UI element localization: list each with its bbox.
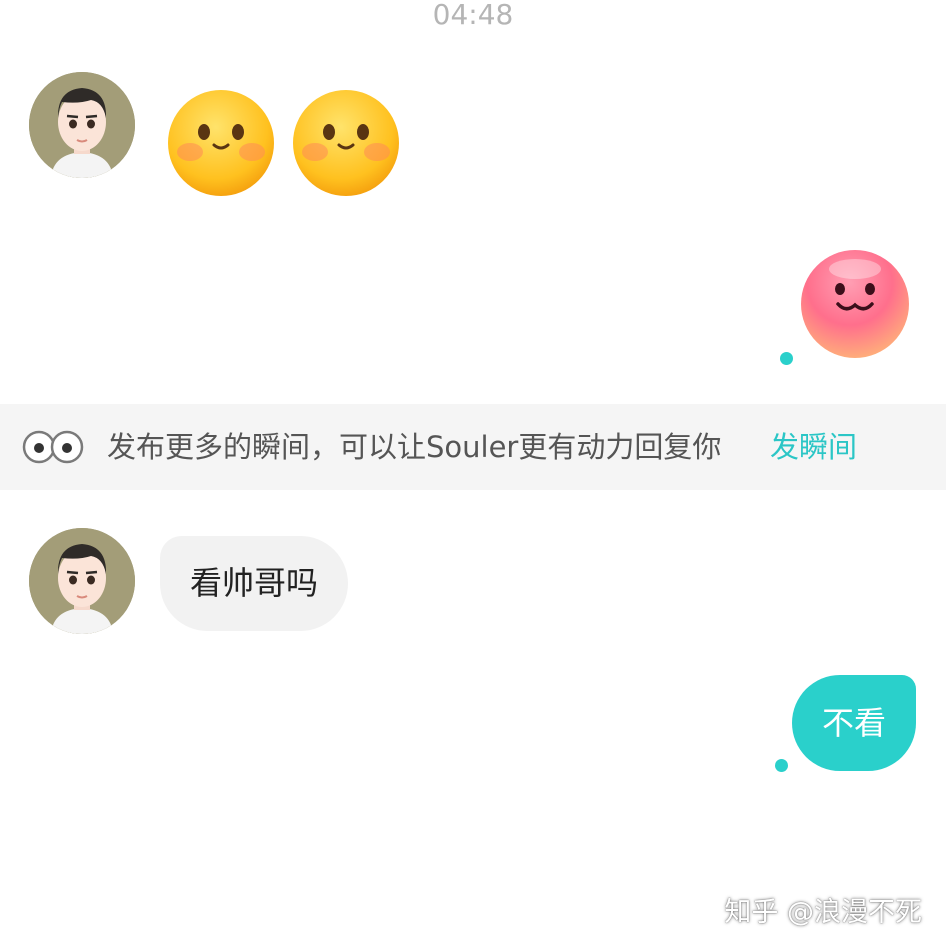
blush-pink-emoji[interactable] [800, 249, 910, 359]
message-timestamp: 04:48 [432, 0, 514, 31]
shy-smile-emoji[interactable] [291, 88, 401, 198]
contact-avatar[interactable] [29, 528, 135, 634]
outgoing-message-bubble[interactable]: 不看 [791, 675, 916, 771]
incoming-message-bubble[interactable]: 看帅哥吗 [160, 536, 349, 631]
sent-status-dot [780, 352, 793, 365]
contact-avatar[interactable] [29, 72, 135, 178]
sent-status-dot [775, 759, 788, 772]
shy-smile-emoji[interactable] [166, 88, 276, 198]
watermark: 知乎 @浪漫不死 [724, 897, 922, 928]
eyes-icon [22, 430, 84, 464]
moments-tip-bar: 发布更多的瞬间，可以让Souler更有动力回复你 发瞬间 [0, 404, 946, 490]
moments-tip-text: 发布更多的瞬间，可以让Souler更有动力回复你 [107, 430, 722, 464]
post-moment-link[interactable]: 发瞬间 [770, 428, 857, 466]
